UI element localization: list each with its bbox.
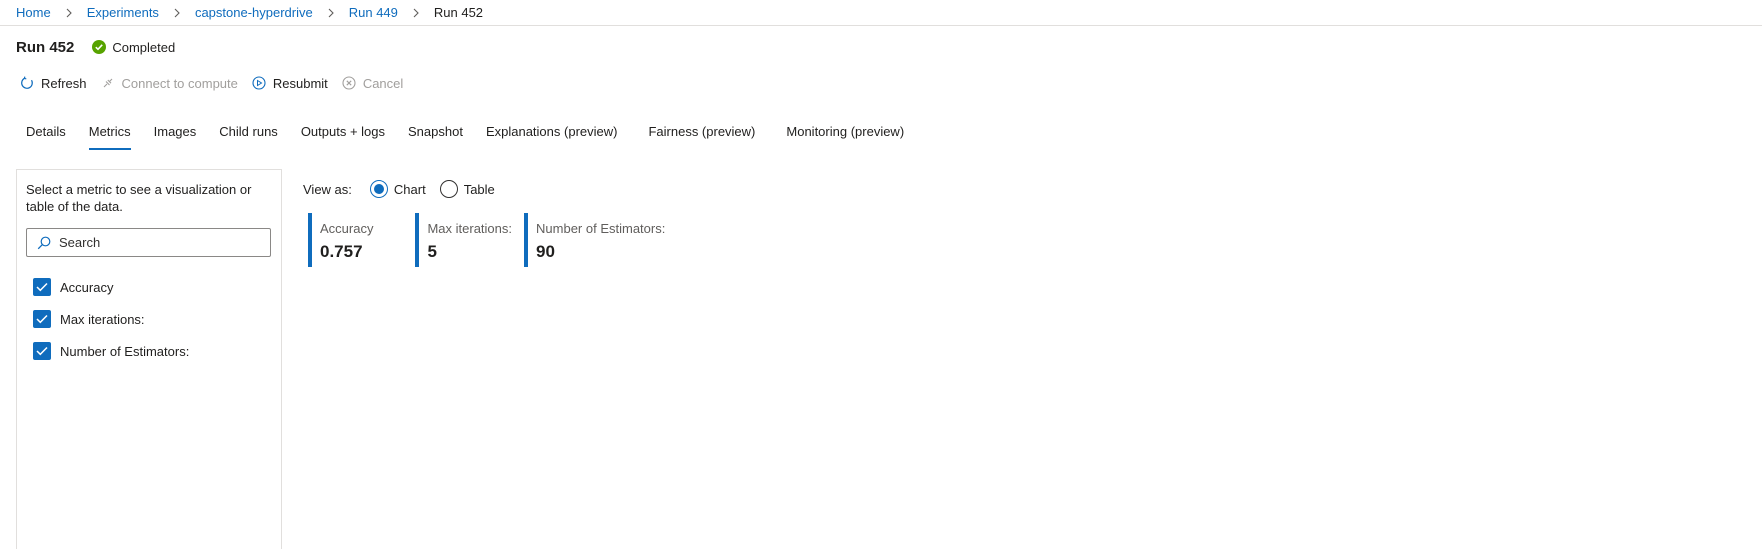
page-title: Run 452 [16,38,75,56]
metric-label: Max iterations: [60,311,145,327]
tab-fairness[interactable]: Fairness (preview) [648,118,755,150]
metric-tile-value: 90 [536,242,555,261]
refresh-label: Refresh [41,75,87,91]
checkbox-checked[interactable] [33,310,51,328]
search-box[interactable] [26,228,271,257]
search-icon [37,236,51,249]
metric-selector-panel: Select a metric to see a visualization o… [16,169,282,549]
checkmark-icon [36,282,48,292]
status-text: Completed [112,39,176,55]
refresh-icon [21,76,33,89]
chevron-right-icon [65,8,73,18]
tab-snapshot[interactable]: Snapshot [408,118,463,150]
view-chart-option[interactable]: Chart [369,180,426,198]
tab-bar: Details Metrics Images Child runs Output… [26,118,927,150]
tab-monitoring[interactable]: Monitoring (preview) [786,118,904,150]
tab-images[interactable]: Images [154,118,197,150]
search-input[interactable] [59,235,259,250]
metric-tile-label: Accuracy [320,221,374,236]
view-table-option[interactable]: Table [439,180,495,198]
radio-unchecked[interactable] [439,180,458,198]
tab-explanations[interactable]: Explanations (preview) [486,118,618,150]
cancel-button[interactable]: Cancel [342,76,403,91]
checkbox-checked[interactable] [33,278,51,296]
resubmit-button[interactable]: Resubmit [252,76,328,91]
play-circle-icon [252,76,266,90]
page-header: Run 452 Completed [16,36,175,58]
metric-tile-max-iterations: Max iterations: 5 [415,213,512,267]
tab-child-runs[interactable]: Child runs [219,118,278,150]
breadcrumb: Home Experiments capstone-hyperdrive Run… [0,0,1762,26]
tab-outputs-logs[interactable]: Outputs + logs [301,118,385,150]
status-badge: Completed [92,40,175,55]
metric-tile-number-of-estimators: Number of Estimators: 90 [524,213,665,267]
metric-tile-value: 5 [427,242,437,261]
panel-description: Select a metric to see a visualization o… [26,182,252,214]
metric-label: Number of Estimators: [60,343,190,359]
metric-checkbox-max-iterations[interactable]: Max iterations: [33,303,189,335]
metric-tile-label: Number of Estimators: [536,221,666,236]
metric-list: Accuracy Max iterations: Number of Estim… [33,271,189,367]
cancel-label: Cancel [362,75,404,91]
connect-label: Connect to compute [121,75,238,91]
cancel-icon [342,76,356,90]
metric-tile-label: Max iterations: [427,221,513,236]
breadcrumb-current: Run 452 [433,5,484,20]
connect-to-compute-button[interactable]: Connect to compute [101,76,238,91]
metric-tile-value: 0.757 [320,242,363,261]
checkmark-icon [36,314,48,324]
view-as-toggle: View as: Chart Table [303,179,509,199]
view-chart-label: Chart [393,181,426,197]
resubmit-label: Resubmit [272,75,328,91]
check-circle-icon [92,40,107,54]
metric-checkbox-accuracy[interactable]: Accuracy [33,271,189,303]
chevron-right-icon [173,8,181,18]
chevron-right-icon [412,8,420,18]
checkmark-icon [36,346,48,356]
breadcrumb-home[interactable]: Home [16,5,51,20]
chevron-right-icon [327,8,335,18]
breadcrumb-experiments[interactable]: Experiments [87,5,159,20]
plug-icon [103,78,112,88]
breadcrumb-experiment-name[interactable]: capstone-hyperdrive [195,5,313,20]
refresh-button[interactable]: Refresh [20,76,87,91]
view-table-label: Table [463,181,495,197]
breadcrumb-parent-run[interactable]: Run 449 [349,5,398,20]
command-bar: Refresh Connect to compute Resubmit Canc… [20,74,417,92]
radio-checked[interactable] [369,180,388,198]
metric-label: Accuracy [60,279,114,295]
tab-details[interactable]: Details [26,118,66,150]
metric-tile-accuracy: Accuracy 0.757 [308,213,373,267]
metric-checkbox-number-of-estimators[interactable]: Number of Estimators: [33,335,189,367]
tab-metrics[interactable]: Metrics [88,118,131,150]
metric-tiles: Accuracy 0.757 Max iterations: 5 Number … [308,213,677,267]
view-as-label: View as: [303,181,352,197]
checkbox-checked[interactable] [33,342,51,360]
